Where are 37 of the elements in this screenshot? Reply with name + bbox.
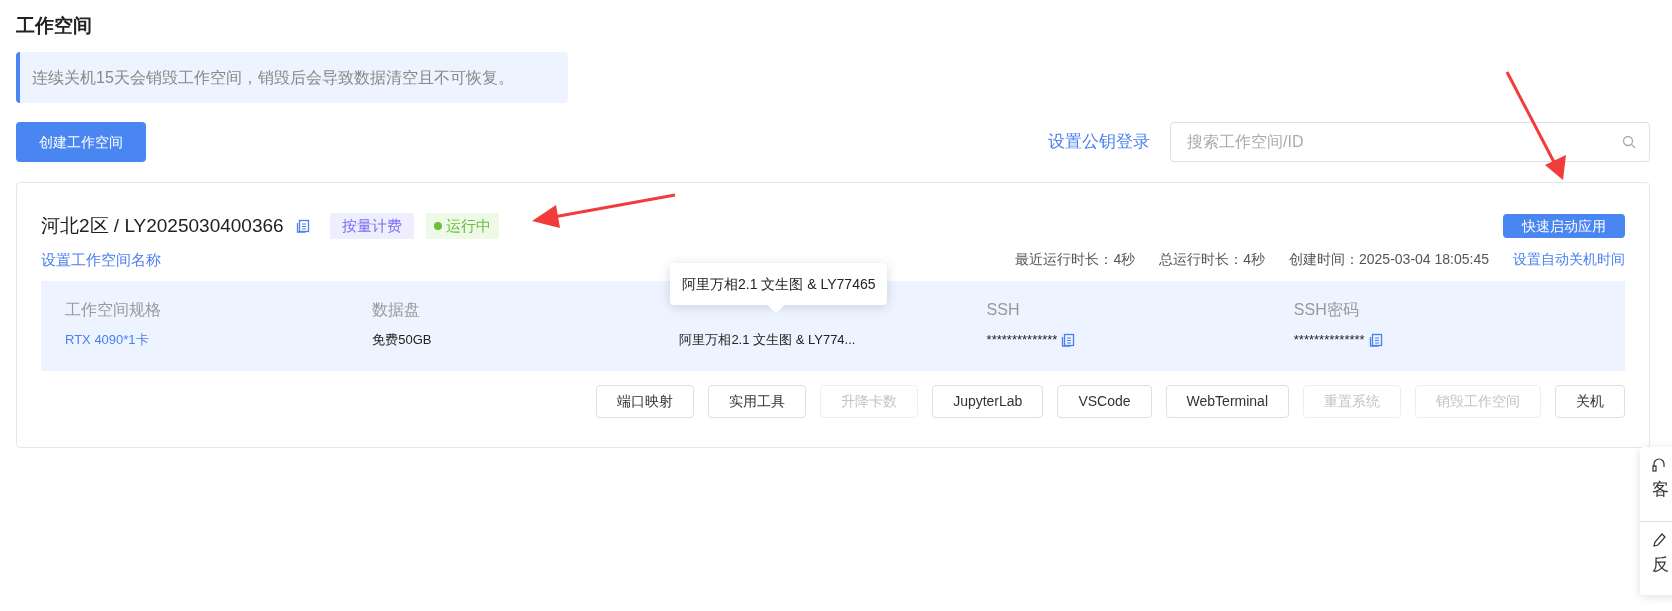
auto-shutdown-link[interactable]: 设置自动关机时间 (1513, 249, 1625, 271)
spec-value: 阿里万相2.1 文生图 & LY774... (679, 331, 856, 349)
create-workspace-button[interactable]: 创建工作空间 (16, 122, 146, 162)
spec-label: 数据盘 (372, 300, 422, 320)
action-button[interactable]: JupyterLab (932, 385, 1044, 418)
run-info-text: 创建时间：2025-03-04 18:05:45 (1289, 250, 1489, 270)
spec-value: ************** (986, 331, 1058, 349)
action-button[interactable]: 实用工具 (708, 385, 807, 418)
spec-label: SSH (986, 300, 1021, 320)
status-tag: 运行中 (425, 213, 499, 240)
headset-icon (1652, 457, 1666, 473)
action-button[interactable]: 关机 (1555, 385, 1625, 418)
action-button[interactable]: VSCode (1057, 385, 1152, 418)
workspace-title: 河北2区 / LY2025030400366 (41, 214, 284, 238)
spec-label: SSH密码 (1293, 300, 1360, 320)
search-field[interactable]: 搜索工作空间/ID (1170, 122, 1650, 162)
run-info-text: 最近运行时长：4秒 (1015, 250, 1136, 270)
run-info-text: 总运行时长：4秒 (1159, 250, 1265, 270)
billing-tag: 按量计费 (329, 213, 414, 240)
copy-icon[interactable] (1368, 332, 1383, 347)
float-tab-label[interactable]: 反 (1652, 551, 1669, 577)
spec-label: 工作空间规格 (65, 300, 162, 320)
pencil-icon (1652, 531, 1666, 548)
page-title: 工作空间 (16, 14, 92, 38)
quick-start-button[interactable]: 快速启动应用 (1503, 214, 1625, 239)
spec-link[interactable]: RTX 4090*1卡 (65, 330, 149, 350)
action-button[interactable]: 端口映射 (596, 385, 695, 418)
copy-icon[interactable] (1061, 332, 1076, 347)
rename-workspace-link[interactable]: 设置工作空间名称 (41, 248, 161, 271)
copy-icon[interactable] (295, 219, 310, 234)
float-tab-label[interactable]: 客 (1652, 477, 1669, 503)
pubkey-login-link[interactable]: 设置公钥登录 (1048, 129, 1150, 155)
search-icon[interactable] (1622, 135, 1636, 149)
action-button[interactable]: WebTerminal (1165, 385, 1289, 418)
notice-banner: 连续关机15天会销毁工作空间，销毁后会导致数据清空且不可恢复。 (16, 52, 568, 103)
spec-value: 免费50GB (372, 331, 432, 349)
spec-value: ************** (1293, 331, 1365, 349)
